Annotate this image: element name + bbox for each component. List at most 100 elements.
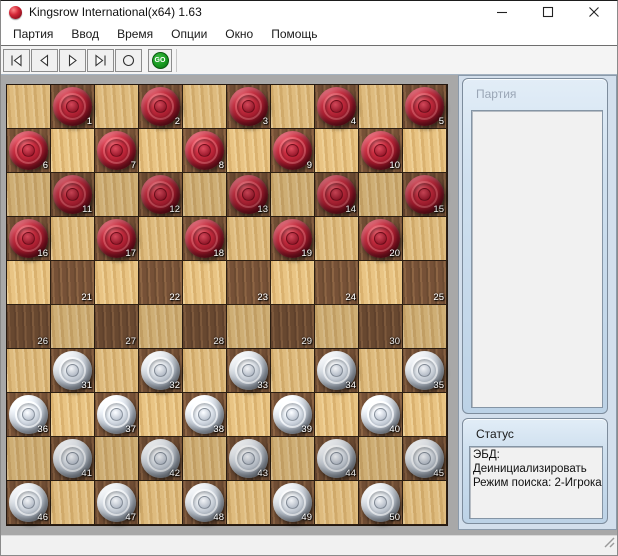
board-square-37[interactable]: 37 — [95, 393, 139, 437]
board-square-light[interactable] — [95, 261, 139, 305]
board-square-24[interactable]: 24 — [315, 261, 359, 305]
board-square-6[interactable]: 6 — [7, 129, 51, 173]
board-square-light[interactable] — [183, 437, 227, 481]
board-square-13[interactable]: 13 — [227, 173, 271, 217]
board-square-29[interactable]: 29 — [271, 305, 315, 349]
go-to-end-button[interactable] — [87, 49, 114, 72]
board-square-light[interactable] — [139, 217, 183, 261]
board-square-light[interactable] — [315, 305, 359, 349]
board-square-light[interactable] — [271, 437, 315, 481]
board-square-27[interactable]: 27 — [95, 305, 139, 349]
board-square-2[interactable]: 2 — [139, 85, 183, 129]
board-square-28[interactable]: 28 — [183, 305, 227, 349]
board-square-light[interactable] — [95, 437, 139, 481]
board-square-light[interactable] — [403, 393, 447, 437]
board-square-light[interactable] — [7, 85, 51, 129]
board-square-12[interactable]: 12 — [139, 173, 183, 217]
board-square-46[interactable]: 46 — [7, 481, 51, 525]
step-back-button[interactable] — [31, 49, 58, 72]
close-button[interactable] — [571, 1, 617, 23]
board-square-light[interactable] — [51, 393, 95, 437]
board-square-19[interactable]: 19 — [271, 217, 315, 261]
board-square-40[interactable]: 40 — [359, 393, 403, 437]
board-square-light[interactable] — [359, 85, 403, 129]
board-square-45[interactable]: 45 — [403, 437, 447, 481]
board-square-light[interactable] — [51, 217, 95, 261]
board-square-23[interactable]: 23 — [227, 261, 271, 305]
menu-item-3[interactable]: Время — [108, 23, 162, 45]
board-square-light[interactable] — [403, 305, 447, 349]
menu-item-2[interactable]: Ввод — [62, 23, 108, 45]
board-square-36[interactable]: 36 — [7, 393, 51, 437]
board-square-light[interactable] — [227, 305, 271, 349]
menu-item-5[interactable]: Окно — [216, 23, 262, 45]
board-square-21[interactable]: 21 — [51, 261, 95, 305]
menu-item-6[interactable]: Помощь — [262, 23, 326, 45]
board-square-49[interactable]: 49 — [271, 481, 315, 525]
board-square-light[interactable] — [359, 173, 403, 217]
board-square-15[interactable]: 15 — [403, 173, 447, 217]
resize-grip-icon[interactable] — [603, 535, 615, 553]
game-move-list[interactable] — [471, 110, 603, 408]
board-square-43[interactable]: 43 — [227, 437, 271, 481]
board-square-7[interactable]: 7 — [95, 129, 139, 173]
board-square-light[interactable] — [227, 393, 271, 437]
board-square-39[interactable]: 39 — [271, 393, 315, 437]
go-button[interactable]: GO — [148, 49, 172, 72]
board-square-5[interactable]: 5 — [403, 85, 447, 129]
board-square-light[interactable] — [139, 129, 183, 173]
board-square-light[interactable] — [315, 217, 359, 261]
board-square-10[interactable]: 10 — [359, 129, 403, 173]
board-square-11[interactable]: 11 — [51, 173, 95, 217]
board-square-50[interactable]: 50 — [359, 481, 403, 525]
board-square-light[interactable] — [403, 217, 447, 261]
menu-item-4[interactable]: Опции — [162, 23, 216, 45]
board-square-25[interactable]: 25 — [403, 261, 447, 305]
board-square-31[interactable]: 31 — [51, 349, 95, 393]
board-square-light[interactable] — [227, 129, 271, 173]
board-square-18[interactable]: 18 — [183, 217, 227, 261]
board-square-4[interactable]: 4 — [315, 85, 359, 129]
board-square-17[interactable]: 17 — [95, 217, 139, 261]
board-square-48[interactable]: 48 — [183, 481, 227, 525]
board-square-41[interactable]: 41 — [51, 437, 95, 481]
board-square-light[interactable] — [183, 173, 227, 217]
board-square-light[interactable] — [403, 481, 447, 525]
board-square-light[interactable] — [183, 85, 227, 129]
board-square-light[interactable] — [359, 261, 403, 305]
board-square-3[interactable]: 3 — [227, 85, 271, 129]
menu-item-1[interactable]: Партия — [4, 23, 62, 45]
board-square-16[interactable]: 16 — [7, 217, 51, 261]
board-square-light[interactable] — [227, 481, 271, 525]
board-square-22[interactable]: 22 — [139, 261, 183, 305]
board-square-light[interactable] — [403, 129, 447, 173]
minimize-button[interactable] — [479, 1, 525, 23]
board-square-light[interactable] — [271, 261, 315, 305]
board-square-light[interactable] — [7, 261, 51, 305]
go-to-start-button[interactable] — [3, 49, 30, 72]
board-square-32[interactable]: 32 — [139, 349, 183, 393]
board-square-30[interactable]: 30 — [359, 305, 403, 349]
board-square-light[interactable] — [139, 393, 183, 437]
board-square-20[interactable]: 20 — [359, 217, 403, 261]
board-square-light[interactable] — [183, 349, 227, 393]
step-forward-button[interactable] — [59, 49, 86, 72]
board-square-33[interactable]: 33 — [227, 349, 271, 393]
board-square-42[interactable]: 42 — [139, 437, 183, 481]
board-square-light[interactable] — [359, 437, 403, 481]
circle-toolbar-button[interactable] — [115, 49, 142, 72]
board-square-light[interactable] — [271, 85, 315, 129]
board-square-light[interactable] — [95, 85, 139, 129]
board-square-light[interactable] — [315, 129, 359, 173]
board-square-light[interactable] — [95, 349, 139, 393]
board-square-light[interactable] — [139, 481, 183, 525]
board-square-light[interactable] — [183, 261, 227, 305]
board-square-light[interactable] — [51, 129, 95, 173]
board-square-8[interactable]: 8 — [183, 129, 227, 173]
board-square-light[interactable] — [7, 349, 51, 393]
board-square-light[interactable] — [359, 349, 403, 393]
board-square-47[interactable]: 47 — [95, 481, 139, 525]
board-square-light[interactable] — [51, 481, 95, 525]
board-square-light[interactable] — [315, 393, 359, 437]
board-square-26[interactable]: 26 — [7, 305, 51, 349]
